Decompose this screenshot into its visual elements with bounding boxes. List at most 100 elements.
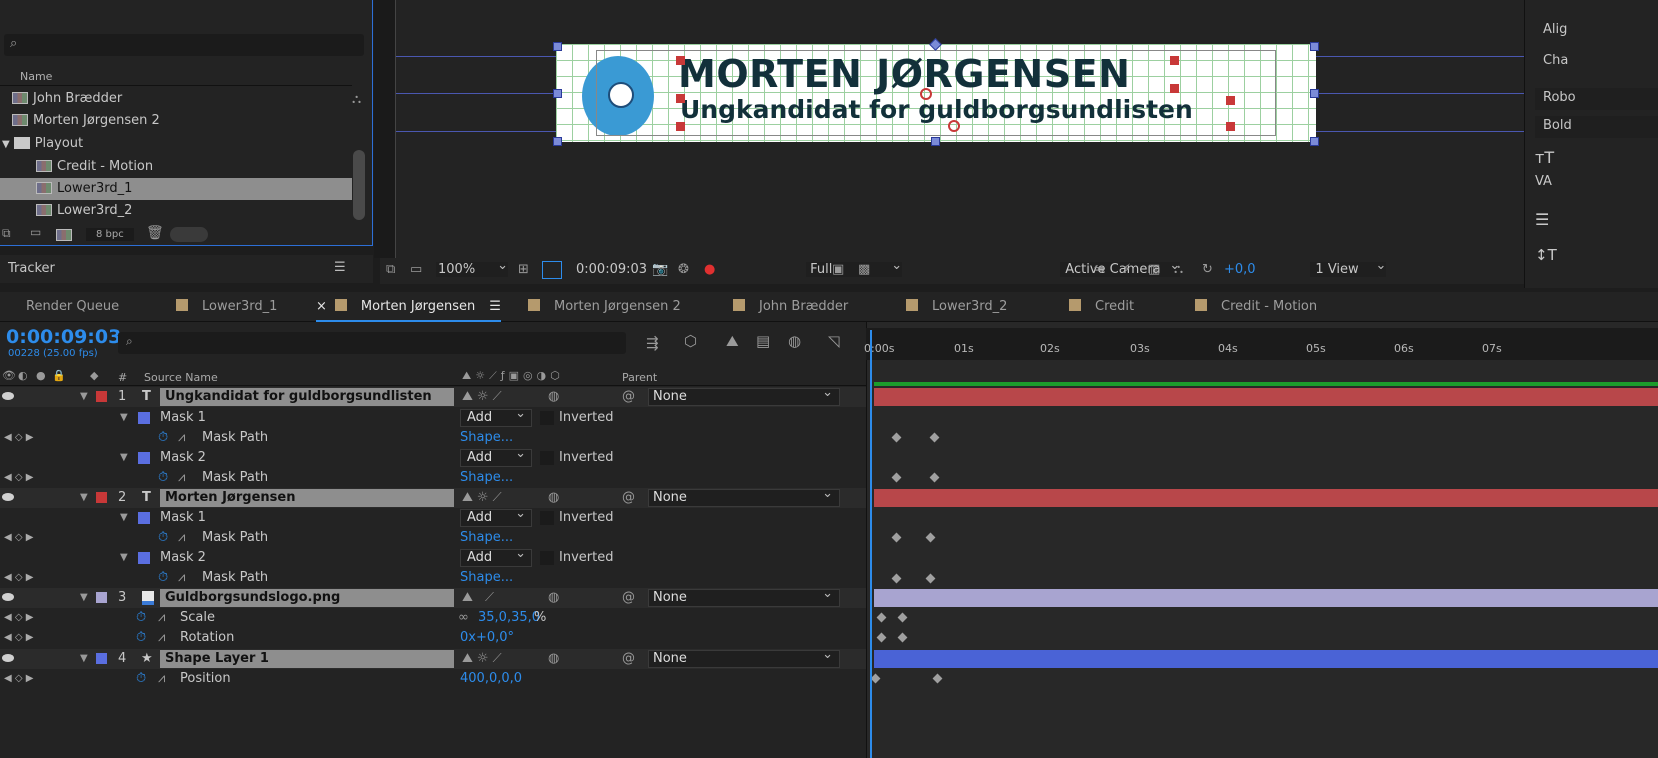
mask-path-row[interactable]: ◀ ◇ ▶ ⏱ ⩘ Mask Path Shape... — [0, 468, 866, 488]
scale-value[interactable]: 35,0,35,0 — [478, 608, 540, 628]
mask-mode-dropdown[interactable]: Add — [460, 506, 532, 527]
keyframe-navigator[interactable]: ◀ ◇ ▶ — [4, 669, 33, 689]
mask-mode-dropdown[interactable]: Add — [460, 446, 532, 467]
layer-row-3[interactable]: ▼ 3 Guldborgsundslogo.png ⛰ ⟋ ◍ @ None — [0, 586, 866, 608]
mask-vertex[interactable] — [1170, 56, 1179, 65]
stopwatch-icon[interactable]: ⏱ — [136, 669, 146, 689]
grid-guide-icon[interactable]: ⊞ — [518, 262, 529, 277]
project-item-credit-motion[interactable]: Credit - Motion — [0, 156, 352, 178]
column-parent[interactable]: Parent — [622, 371, 657, 384]
composition-mini-flowchart-icon[interactable]: ⇶ — [646, 334, 659, 352]
mask-path-row[interactable]: ◀ ◇ ▶ ⏱ ⩘ Mask Path Shape... — [0, 428, 866, 448]
constrain-proportions-icon[interactable]: ∞ — [458, 608, 469, 628]
flowchart-icon[interactable]: ⛬ — [1174, 262, 1183, 277]
bpc-button[interactable]: 8 bpc — [86, 228, 134, 241]
mask-row[interactable]: ▼ Mask 1 Add Inverted — [0, 406, 866, 428]
mask-vertex[interactable] — [1226, 96, 1235, 105]
layer-name[interactable]: Shape Layer 1 — [160, 650, 454, 668]
layer-row-4[interactable]: ▼ 4 ★ Shape Layer 1 ⛰☼⟋ ◍ @ None — [0, 647, 866, 669]
flowchart-icon[interactable]: ⛬ — [352, 92, 361, 107]
mask-vertex[interactable] — [676, 56, 685, 65]
expand-triangle-icon[interactable]: ▼ — [120, 548, 128, 568]
stopwatch-icon[interactable]: ⏱ — [158, 568, 168, 588]
tab-morten-jorgensen[interactable]: × Morten Jørgensen ☰ — [316, 299, 501, 322]
tab-credit[interactable]: Credit — [1069, 299, 1134, 314]
inverted-checkbox[interactable] — [540, 511, 554, 525]
keyframe-navigator[interactable]: ◀ ◇ ▶ — [4, 528, 33, 548]
timeline-search-input[interactable]: ⌕ — [118, 332, 626, 354]
new-composition-icon[interactable] — [56, 228, 72, 242]
inverted-checkbox[interactable] — [540, 411, 554, 425]
mask-name[interactable]: Mask 2 — [160, 548, 206, 568]
motion-blur-switch-icon[interactable]: ◍ — [548, 387, 559, 407]
visibility-eye-icon[interactable] — [2, 493, 14, 501]
mask-color-icon[interactable] — [138, 412, 150, 424]
layer-bar-3[interactable] — [874, 589, 1658, 607]
project-item-john-braedder[interactable]: John Brædder — [0, 88, 352, 110]
layer-switches[interactable]: ⛰ ⟋ — [462, 588, 498, 608]
project-item-morten-jorgensen-2[interactable]: Morten Jørgensen 2 — [0, 110, 352, 132]
fast-previews-icon[interactable]: ⚡ — [1122, 262, 1131, 277]
mask-row[interactable]: ▼ Mask 2 Add Inverted — [0, 546, 866, 568]
visibility-eye-icon[interactable] — [2, 392, 14, 400]
parent-dropdown[interactable]: None — [648, 586, 840, 607]
mask-row[interactable]: ▼ Mask 2 Add Inverted — [0, 446, 866, 468]
layer-bar-1[interactable] — [874, 388, 1658, 406]
motion-blur-icon[interactable]: ◍ — [788, 332, 801, 350]
mask-visibility-icon[interactable] — [542, 261, 562, 279]
transform-handle[interactable] — [553, 42, 562, 51]
anchor-point-icon[interactable] — [948, 120, 960, 132]
mask-vertex[interactable] — [1170, 84, 1179, 93]
anchor-point-icon[interactable] — [920, 88, 932, 100]
playhead[interactable] — [870, 330, 872, 758]
draft-3d-icon[interactable]: ⬡ — [684, 332, 697, 350]
channel-rgb-icon[interactable]: ● — [704, 262, 715, 277]
project-item-lower3rd-1[interactable]: Lower3rd_1 — [0, 178, 352, 200]
project-scrollbar[interactable] — [353, 150, 365, 220]
character-tab[interactable]: Cha — [1543, 53, 1568, 68]
inverted-checkbox[interactable] — [540, 551, 554, 565]
parent-dropdown[interactable]: None — [648, 385, 840, 406]
layer-name[interactable]: Guldborgsundslogo.png — [160, 589, 454, 607]
timeline-icon[interactable]: ▥ — [1148, 262, 1160, 277]
current-time-display[interactable]: 0:00:09:03 — [6, 326, 121, 348]
keyframe-navigator[interactable]: ◀ ◇ ▶ — [4, 608, 33, 628]
toggle-pixel-aspect-icon[interactable]: ⇋ — [1094, 262, 1105, 277]
graph-editor-icon[interactable]: ◹ — [828, 332, 840, 350]
stopwatch-icon[interactable]: ⏱ — [158, 468, 168, 488]
resolution-dropdown[interactable]: Full — [806, 258, 903, 277]
position-row[interactable]: ◀ ◇ ▶ ⏱ ⩘ Position 400,0,0,0 — [0, 669, 866, 689]
frame-blending-icon[interactable]: ▤ — [756, 332, 770, 350]
keyframe-navigator[interactable]: ◀ ◇ ▶ — [4, 628, 33, 648]
mask-shape-link[interactable]: Shape... — [460, 428, 513, 448]
expand-triangle-icon[interactable]: ▼ — [120, 448, 128, 468]
column-source-name[interactable]: Source Name — [144, 371, 218, 384]
expand-triangle-icon[interactable]: ▼ — [120, 408, 128, 428]
visibility-eye-icon[interactable] — [2, 593, 14, 601]
mask-path-row[interactable]: ◀ ◇ ▶ ⏱ ⩘ Mask Path Shape... — [0, 528, 866, 548]
label-color-icon[interactable] — [96, 653, 107, 664]
pick-whip-icon[interactable]: @ — [622, 488, 635, 508]
keyframe-navigator[interactable]: ◀ ◇ ▶ — [4, 468, 33, 488]
motion-blur-switch-icon[interactable]: ◍ — [548, 488, 559, 508]
tab-lower3rd-2[interactable]: Lower3rd_2 — [906, 299, 1007, 314]
keyframe-navigator[interactable]: ◀ ◇ ▶ — [4, 568, 33, 588]
transform-handle[interactable] — [1310, 137, 1319, 146]
position-value[interactable]: 400,0,0,0 — [460, 669, 522, 689]
hamburger-menu-icon[interactable]: ☰ — [334, 260, 346, 275]
close-icon[interactable]: × — [316, 299, 327, 314]
align-tab[interactable]: Alig — [1543, 22, 1567, 37]
time-ruler[interactable] — [866, 328, 1658, 360]
parent-dropdown[interactable]: None — [648, 486, 840, 507]
mask-name[interactable]: Mask 1 — [160, 508, 206, 528]
transform-handle[interactable] — [931, 137, 940, 146]
camera-snapshot-icon[interactable]: 📷 — [652, 262, 668, 277]
layer-switches[interactable]: ⛰☼⟋ — [462, 488, 506, 508]
stopwatch-icon[interactable]: ⏱ — [158, 428, 168, 448]
mask-name[interactable]: Mask 1 — [160, 408, 206, 428]
label-color-icon[interactable] — [96, 492, 107, 503]
layer-row-2[interactable]: ▼ 2 T Morten Jørgensen ⛰☼⟋ ◍ @ None — [0, 486, 866, 508]
mask-path-row[interactable]: ◀ ◇ ▶ ⏱ ⩘ Mask Path Shape... — [0, 568, 866, 588]
transparency-grid-icon[interactable]: ▩ — [858, 262, 870, 277]
rotation-value[interactable]: 0x+0,0° — [460, 628, 514, 648]
